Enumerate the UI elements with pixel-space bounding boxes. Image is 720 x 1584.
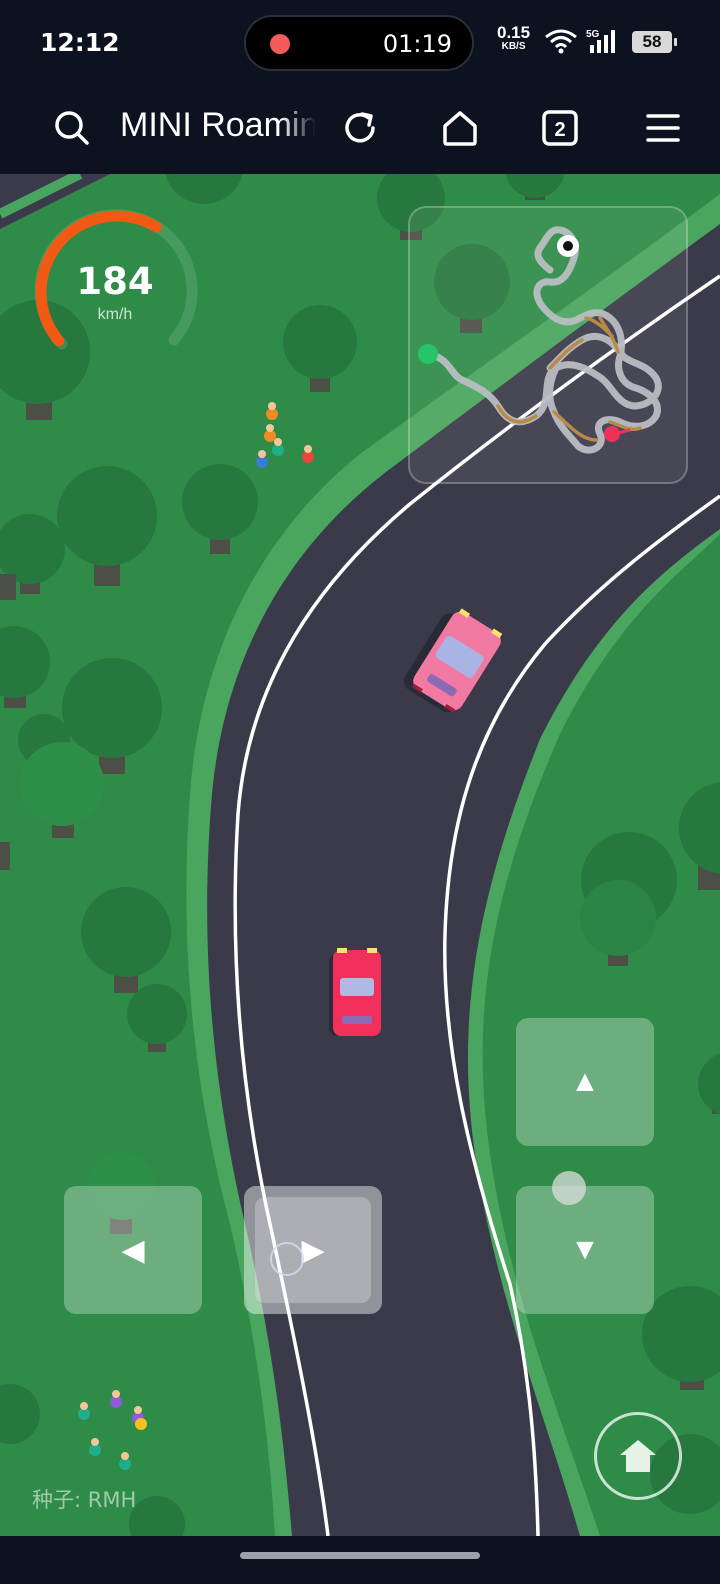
recording-indicator[interactable]: 01:19: [244, 15, 474, 71]
home-gesture-handle[interactable]: [240, 1552, 480, 1559]
network-speed-unit: KB/S: [501, 41, 526, 52]
recording-dot-icon: [270, 34, 290, 54]
player-car: [329, 948, 381, 1036]
browser-toolbar: MINI Roaming 2: [0, 86, 720, 174]
game-home-button[interactable]: [594, 1412, 682, 1500]
seed-label: 种子: RMH: [32, 1488, 137, 1512]
network-type: 5G: [586, 29, 600, 40]
accelerate-button[interactable]: ▲: [516, 1018, 654, 1146]
page-title[interactable]: MINI Roaming: [120, 106, 316, 152]
game-canvas[interactable]: 184 km/h ▲ ▼ ◀ ▶ 种子: RMH: [0, 174, 720, 1536]
cell-signal-icon: 5G: [586, 29, 615, 53]
recording-time: 01:19: [382, 30, 452, 58]
touch-indicator: [270, 1242, 304, 1276]
up-arrow-icon: ▲: [570, 1065, 600, 1098]
home-icon: [620, 1440, 656, 1472]
touch-indicator: [552, 1171, 586, 1205]
status-bar: 12:12 01:19 0.15 KB/S 5G 58: [0, 0, 720, 86]
reload-icon[interactable]: [338, 106, 382, 150]
steer-right-button[interactable]: ▶: [244, 1186, 382, 1314]
tab-count: 2: [554, 119, 565, 141]
minimap: [408, 206, 688, 484]
system-nav-bar: [0, 1536, 720, 1584]
tabs-icon[interactable]: 2: [538, 106, 582, 150]
steer-left-button[interactable]: ◀: [64, 1186, 202, 1314]
brake-button[interactable]: ▼: [516, 1186, 654, 1314]
down-arrow-icon: ▼: [570, 1233, 600, 1266]
speed-unit: km/h: [97, 306, 133, 323]
minimap-start-icon: [418, 344, 438, 364]
wifi-icon: [545, 29, 577, 54]
minimap-track: [418, 226, 662, 454]
home-icon[interactable]: [438, 106, 482, 150]
battery-icon: 58: [632, 31, 677, 53]
menu-icon[interactable]: [640, 106, 684, 150]
network-speed: 0.15 KB/S: [497, 24, 530, 54]
search-icon[interactable]: [50, 106, 94, 150]
right-arrow-icon: ▶: [301, 1233, 325, 1267]
left-arrow-icon: ◀: [121, 1233, 145, 1267]
status-time: 12:12: [40, 28, 120, 57]
speed-value: 184: [76, 260, 154, 303]
